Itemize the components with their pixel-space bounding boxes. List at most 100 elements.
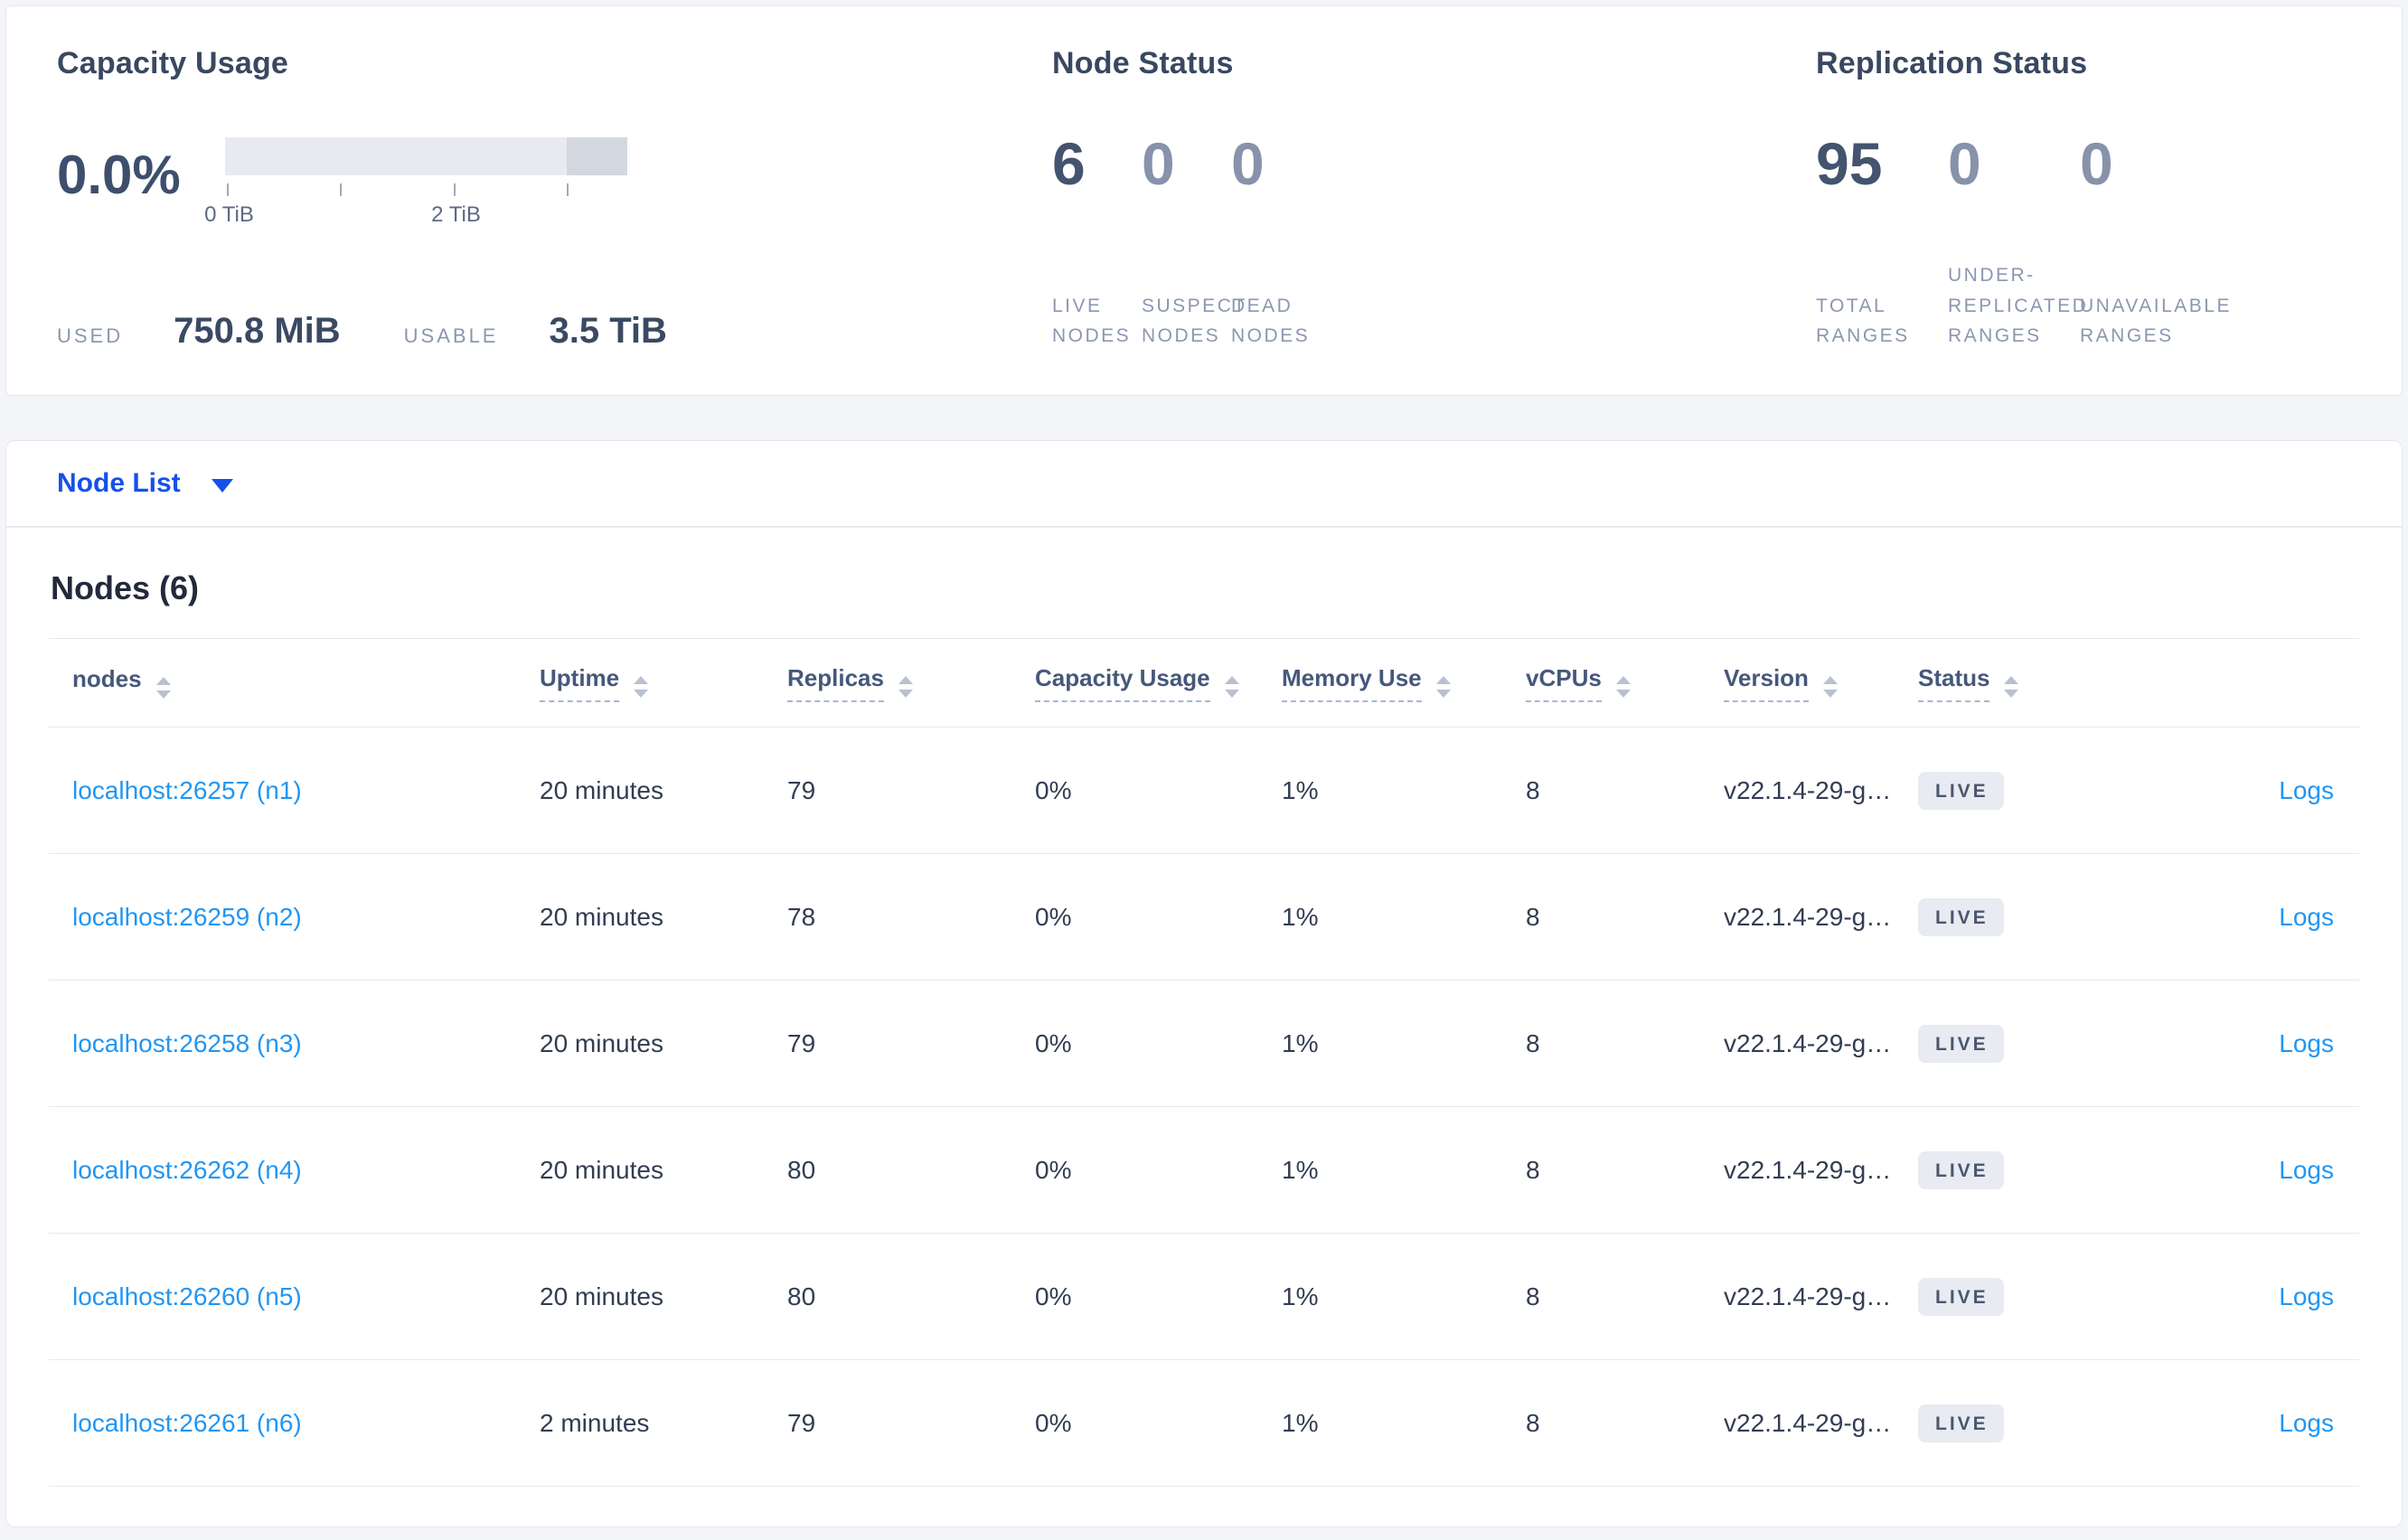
axis-tick: [340, 183, 343, 196]
column-header-status[interactable]: Status: [1918, 638, 2186, 728]
logs-link[interactable]: Logs: [2279, 1409, 2334, 1437]
cell-logs: Logs: [2186, 1359, 2359, 1487]
column-header-uptime[interactable]: Uptime: [540, 638, 787, 728]
node-list-dropdown[interactable]: Node List: [57, 468, 233, 499]
node_status-metric-value-1: 0: [1142, 130, 1175, 197]
sort-icon: [634, 675, 649, 698]
table-header-row: nodes Uptime Replicas Capacity Usage Memory …: [49, 638, 2359, 728]
column-label: Version: [1724, 664, 1809, 702]
cell-memory-use: 1%: [1282, 727, 1526, 854]
capacity-usage-title: Capacity Usage: [57, 46, 289, 80]
replication-status-section: Replication Status 95 0 0 TOTAL RANGES UNDE…: [1769, 46, 2366, 352]
status-badge: LIVE: [1918, 1404, 2004, 1442]
column-header-capacity-usage[interactable]: Capacity Usage: [1035, 638, 1282, 728]
cell-status: LIVE: [1918, 1359, 2186, 1487]
column-label: vCPUs: [1526, 664, 1602, 702]
node-status-title: Node Status: [1052, 46, 1234, 80]
column-header-actions: [2186, 638, 2359, 728]
cell-capacity-usage: 0%: [1035, 980, 1282, 1107]
replication-status-title: Replication Status: [1816, 46, 2088, 80]
replication-metric-value-0: 95: [1816, 130, 1883, 197]
cell-memory-use: 1%: [1282, 1233, 1526, 1360]
cell-capacity-usage: 0%: [1035, 1359, 1282, 1487]
nodes-table: nodes Uptime Replicas Capacity Usage Memory …: [49, 638, 2359, 1487]
node-list-dropdown-label: Node List: [57, 468, 181, 498]
node-link[interactable]: localhost:26259 (n2): [72, 903, 302, 931]
cell-version: v22.1.4-29-g…: [1724, 1233, 1918, 1360]
node-link[interactable]: localhost:26261 (n6): [72, 1409, 302, 1437]
logs-link[interactable]: Logs: [2279, 903, 2334, 931]
cell-vcpus: 8: [1526, 1359, 1724, 1487]
used-value: 750.8 MiB: [174, 311, 341, 351]
axis-tick: [226, 183, 229, 196]
status-badge: LIVE: [1918, 897, 2004, 936]
view-selector-bar: Node List: [5, 440, 2403, 527]
cell-capacity-usage: 0%: [1035, 1233, 1282, 1360]
usable-value: 3.5 TiB: [549, 311, 667, 351]
cell-status: LIVE: [1918, 980, 2186, 1107]
cell-memory-use: 1%: [1282, 853, 1526, 981]
nodes-table-card: Nodes (6) nodes Uptime Replicas Capacity Us…: [5, 527, 2403, 1527]
sort-icon: [1435, 675, 1451, 698]
table-row: localhost:26259 (n2) 20 minutes 78 0% 1% 8 v22…: [49, 853, 2359, 981]
axis-tick-label: 0 TiB: [204, 202, 254, 227]
nodes-section-title: Nodes (6): [51, 569, 200, 606]
cell-status: LIVE: [1918, 727, 2186, 854]
cell-replicas: 79: [787, 727, 1035, 854]
table-row: localhost:26257 (n1) 20 minutes 79 0% 1% 8 v22…: [49, 727, 2359, 854]
node-link[interactable]: localhost:26260 (n5): [72, 1282, 302, 1310]
cell-version: v22.1.4-29-g…: [1724, 980, 1918, 1107]
cell-vcpus: 8: [1526, 853, 1724, 981]
table-row: localhost:26260 (n5) 20 minutes 80 0% 1% 8 v22…: [49, 1233, 2359, 1360]
axis-tick-label: 2 TiB: [431, 202, 481, 227]
logs-link[interactable]: Logs: [2279, 1282, 2334, 1310]
cell-version: v22.1.4-29-g…: [1724, 853, 1918, 981]
node_status-metric-value-0: 6: [1052, 130, 1086, 197]
node-link[interactable]: localhost:26258 (n3): [72, 1029, 302, 1057]
column-label: Uptime: [540, 664, 620, 702]
cell-memory-use: 1%: [1282, 1106, 1526, 1234]
axis-tick: [453, 183, 456, 196]
capacity-bar-track: [225, 137, 627, 175]
sort-icon: [1822, 675, 1838, 698]
logs-link[interactable]: Logs: [2279, 1029, 2334, 1057]
cell-vcpus: 8: [1526, 980, 1724, 1107]
cell-capacity-usage: 0%: [1035, 727, 1282, 854]
cell-status: LIVE: [1918, 1233, 2186, 1360]
node-status-section: Node Status 600 LIVE NODES SUSPECT NODES D…: [1001, 46, 1769, 352]
node-link[interactable]: localhost:26257 (n1): [72, 776, 302, 804]
replication-labels: TOTAL RANGES UNDER-REPLICATED RANGES UNAVA…: [1816, 260, 2366, 352]
capacity-usage-section: Capacity Usage 0.0% 0 TiB 2 TiB USED 750…: [57, 46, 1001, 352]
logs-link[interactable]: Logs: [2279, 1156, 2334, 1184]
capacity-stats: USED 750.8 MiB USABLE 3.5 TiB: [57, 311, 1001, 352]
cell-status: LIVE: [1918, 853, 2186, 981]
usable-label: USABLE: [403, 324, 499, 347]
cell-capacity-usage: 0%: [1035, 853, 1282, 981]
column-header-replicas[interactable]: Replicas: [787, 638, 1035, 728]
cell-logs: Logs: [2186, 980, 2359, 1107]
capacity-gauge: 0.0% 0 TiB 2 TiB: [57, 137, 1001, 228]
cell-logs: Logs: [2186, 1106, 2359, 1234]
logs-link[interactable]: Logs: [2279, 776, 2334, 804]
node-link[interactable]: localhost:26262 (n4): [72, 1156, 302, 1184]
cell-status: LIVE: [1918, 1106, 2186, 1234]
status-badge: LIVE: [1918, 1277, 2004, 1316]
sort-icon: [2004, 675, 2019, 698]
cell-memory-use: 1%: [1282, 980, 1526, 1107]
column-header-vcpus[interactable]: vCPUs: [1526, 638, 1724, 728]
table-row: localhost:26258 (n3) 20 minutes 79 0% 1% 8 v22…: [49, 980, 2359, 1107]
node_status-metric-label-1: SUSPECT NODES: [1142, 295, 1247, 347]
column-header-version[interactable]: Version: [1724, 638, 1918, 728]
cell-version: v22.1.4-29-g…: [1724, 727, 1918, 854]
cell-logs: Logs: [2186, 1233, 2359, 1360]
column-label: Status: [1918, 664, 1990, 702]
cell-uptime: 20 minutes: [540, 727, 787, 854]
column-header-memory-use[interactable]: Memory Use: [1282, 638, 1526, 728]
column-label: Replicas: [787, 664, 884, 702]
cell-node-address: localhost:26261 (n6): [49, 1359, 540, 1487]
column-header-nodes[interactable]: nodes: [49, 638, 540, 728]
cell-node-address: localhost:26257 (n1): [49, 727, 540, 854]
replication-metric-value-2: 0: [2080, 130, 2113, 197]
cell-uptime: 20 minutes: [540, 853, 787, 981]
cell-vcpus: 8: [1526, 727, 1724, 854]
